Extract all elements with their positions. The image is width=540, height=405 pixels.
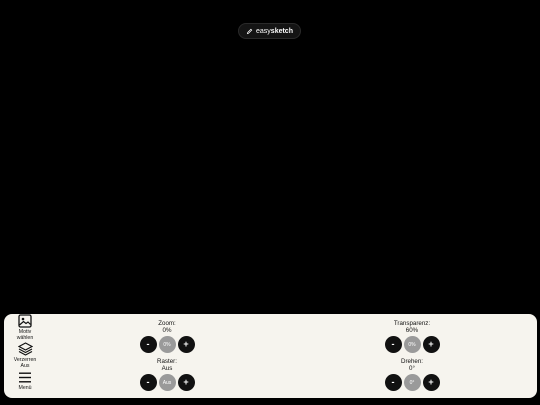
rotate-control: Drehen: 0° - 0° + — [377, 358, 447, 391]
raster-value: Aus — [161, 365, 173, 372]
image-icon — [18, 314, 32, 328]
choose-motif-button[interactable]: Motiv wählen — [10, 314, 40, 341]
layers-icon — [17, 342, 33, 356]
transparency-label: Transparenz: — [393, 320, 431, 327]
raster-label: Raster: — [157, 358, 177, 365]
transparency-minus-button[interactable]: - — [384, 336, 402, 353]
transparency-value: 60% — [405, 327, 419, 334]
brand-prefix: easy — [256, 27, 271, 35]
transparency-value-indicator: 0% — [403, 336, 421, 353]
menu-label: Menü — [18, 385, 32, 391]
zoom-value: 0% — [162, 327, 172, 334]
pencil-icon — [246, 28, 253, 34]
rotate-label: Drehen: — [400, 358, 423, 365]
rotate-value: 0° — [409, 365, 415, 372]
rotate-minus-button[interactable]: - — [384, 374, 402, 391]
raster-plus-button[interactable]: + — [177, 374, 195, 391]
brand-logo: easysketch — [238, 23, 301, 39]
raster-control: Raster: Aus - Aus + — [132, 358, 202, 391]
rotate-plus-button[interactable]: + — [422, 374, 440, 391]
choose-motif-label-2: wählen — [16, 335, 34, 341]
bottom-control-panel: Motiv wählen Verzerren Aus Menü Zoom: 0%… — [4, 314, 537, 398]
zoom-plus-button[interactable]: + — [177, 336, 195, 353]
distort-toggle-button[interactable]: Verzerren Aus — [10, 342, 40, 369]
zoom-control: Zoom: 0% - 0% + — [132, 320, 202, 353]
zoom-minus-button[interactable]: - — [139, 336, 157, 353]
raster-minus-button[interactable]: - — [139, 374, 157, 391]
distort-label-2: Aus — [20, 363, 30, 369]
brand-suffix: sketch — [270, 27, 293, 35]
hamburger-menu-icon — [19, 372, 31, 383]
raster-value-indicator: Aus — [158, 374, 176, 391]
transparency-plus-button[interactable]: + — [422, 336, 440, 353]
transparency-control: Transparenz: 60% - 0% + — [377, 320, 447, 353]
rotate-value-indicator: 0° — [403, 374, 421, 391]
menu-button[interactable]: Menü — [10, 371, 40, 391]
zoom-label: Zoom: — [158, 320, 176, 327]
zoom-value-indicator: 0% — [158, 336, 176, 353]
